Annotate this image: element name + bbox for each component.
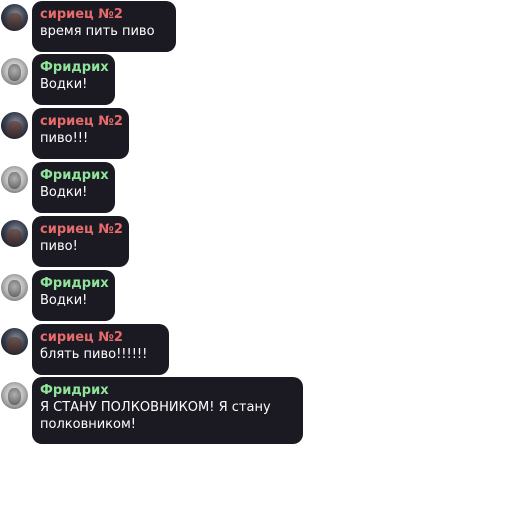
message-bubble: сириец №2 пиво!!! (32, 108, 129, 159)
message-bubble: Фридрих Водки! (32, 270, 115, 321)
sender-name[interactable]: Фридрих (40, 59, 109, 76)
sender-name[interactable]: сириец №2 (40, 6, 167, 23)
message-text: пиво!!! (40, 131, 89, 146)
message-text: Я СТАНУ ПОЛКОВНИКОМ! Я стану полковником… (40, 400, 271, 432)
message-text: время пить пиво (40, 24, 155, 39)
chat-log: сириец №2 время пить пиво Фридрих Водки!… (0, 0, 512, 512)
avatar-fridrih[interactable] (1, 274, 28, 301)
sender-name[interactable]: Фридрих (40, 167, 109, 184)
sender-name[interactable]: сириец №2 (40, 221, 123, 238)
sender-name[interactable]: сириец №2 (40, 329, 160, 346)
message-bubble: Фридрих Водки! (32, 162, 115, 213)
avatar-syriets[interactable] (1, 4, 28, 31)
avatar-fridrih[interactable] (1, 58, 28, 85)
message-bubble: сириец №2 блять пиво!!!!!! (32, 324, 169, 375)
message-text: Водки! (40, 185, 88, 200)
message-text: блять пиво!!!!!! (40, 347, 148, 362)
avatar-fridrih[interactable] (1, 382, 28, 409)
sender-name[interactable]: Фридрих (40, 275, 109, 292)
message-text: пиво! (40, 239, 78, 254)
avatar-syriets[interactable] (1, 220, 28, 247)
avatar-fridrih[interactable] (1, 166, 28, 193)
sender-name[interactable]: сириец №2 (40, 113, 123, 130)
message-text: Водки! (40, 293, 88, 308)
avatar-syriets[interactable] (1, 112, 28, 139)
message-bubble: сириец №2 пиво! (32, 216, 129, 267)
message-text: Водки! (40, 77, 88, 92)
message-bubble: сириец №2 время пить пиво (32, 1, 176, 52)
message-bubble: Фридрих Водки! (32, 54, 115, 105)
sender-name[interactable]: Фридрих (40, 382, 294, 399)
message-bubble: Фридрих Я СТАНУ ПОЛКОВНИКОМ! Я стану пол… (32, 377, 303, 444)
avatar-syriets[interactable] (1, 328, 28, 355)
